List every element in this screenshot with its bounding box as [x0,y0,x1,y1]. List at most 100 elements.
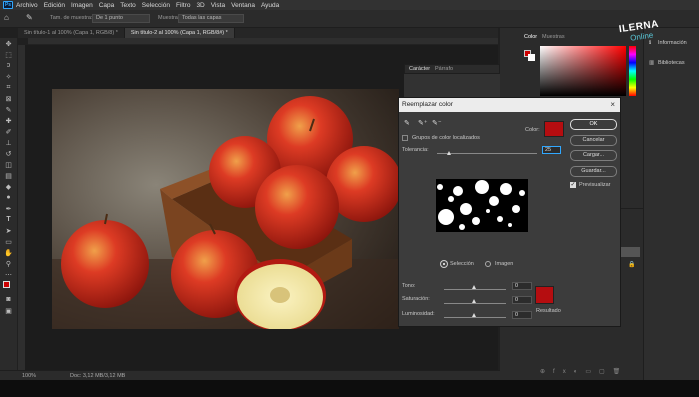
preview-label: Previsualizar [579,182,611,188]
layer-thumbnail[interactable] [618,247,640,257]
eyedropper-tool-icon[interactable]: ✎ [0,104,17,115]
tolerance-input[interactable]: 25 [542,146,561,154]
dialog-title: Reemplazar color [402,101,453,108]
save-button[interactable]: Guardar... [570,166,617,177]
load-button[interactable]: Cargar... [570,150,617,161]
menu-bar: Ps Archivo Edición Imagen Capa Texto Sel… [0,0,699,10]
quick-mask-icon[interactable]: ◙ [0,294,17,305]
selection-radio[interactable] [441,261,447,267]
crop-tool-icon[interactable]: ⌗ [0,82,17,93]
menu-3d[interactable]: 3D [196,2,204,9]
side-item-libraries[interactable]: Bibliotecas [658,60,685,66]
tab-swatches[interactable]: Muestras [542,34,565,40]
sample-size-select[interactable]: De 1 punto [92,14,150,23]
sample-source-select[interactable]: Todas las capas [178,14,244,23]
stamp-tool-icon[interactable]: ⊥ [0,137,17,148]
eyedropper-icon[interactable]: ✎ [404,119,410,127]
home-icon[interactable]: ⌂ [4,13,14,23]
lightness-slider-track[interactable] [444,317,506,318]
lasso-tool-icon[interactable]: ↄ [0,60,17,71]
hue-slider[interactable] [629,46,636,96]
image-radio[interactable] [485,261,491,267]
tab-document-2[interactable]: Sin título-2 al 100% (Capa 1, RGB/8#) * [124,28,235,38]
tolerance-label: Tolerancia: [402,147,429,153]
eyedropper-minus-icon[interactable]: ✎⁻ [432,119,442,127]
saturation-slider-track[interactable] [444,303,506,304]
vertical-ruler [18,45,25,370]
ok-button[interactable]: OK [570,119,617,130]
magic-wand-tool-icon[interactable]: ✧ [0,71,17,82]
replace-color-dialog: Reemplazar color × ✎ ✎⁺ ✎⁻ Grupos de col… [398,97,621,327]
panel-background-swatch[interactable] [528,54,535,61]
tab-document-1[interactable]: Sin título-1 al 100% (Capa 1, RGB/8) * [18,28,125,38]
healing-tool-icon[interactable]: ✚ [0,115,17,126]
history-brush-icon[interactable]: ↺ [0,148,17,159]
zoom-tool-icon[interactable]: ⚲ [0,258,17,269]
document-size[interactable]: Doc: 3,12 MB/3,12 MB [70,373,125,379]
shape-tool-icon[interactable]: ▭ [0,236,17,247]
lightness-slider-thumb[interactable] [472,313,476,317]
lightness-input[interactable]: 0 [512,311,532,319]
document-tabs: Sin título-1 al 100% (Capa 1, RGB/8) * S… [18,28,498,38]
eyedropper-icon[interactable]: ✎ [26,13,38,23]
color-swatches[interactable] [0,280,17,294]
foreground-color-swatch[interactable] [3,281,10,288]
menu-ayuda[interactable]: Ayuda [261,2,279,9]
preview-checkbox[interactable]: ✓ [570,182,576,188]
saturation-input[interactable]: 0 [512,296,532,304]
eyedropper-plus-icon[interactable]: ✎⁺ [418,119,428,127]
saturation-label: Saturación: [402,296,430,302]
gradient-tool-icon[interactable]: ▤ [0,170,17,181]
apples-photo[interactable] [52,89,399,329]
tab-character[interactable]: Carácter [409,66,430,72]
menu-capa[interactable]: Capa [99,2,115,9]
hue-input[interactable]: 0 [512,282,532,290]
localized-checkbox[interactable] [402,135,408,141]
tab-color[interactable]: Color [524,34,537,40]
sample-color-swatch[interactable] [544,121,564,137]
type-tool-icon[interactable]: T [0,214,17,225]
dodge-tool-icon[interactable]: ● [0,192,17,203]
menu-ventana[interactable]: Ventana [231,2,255,9]
libraries-icon[interactable]: ▥ [649,60,654,66]
horizontal-ruler [28,38,498,45]
menu-edicion[interactable]: Edición [44,2,65,9]
menu-imagen[interactable]: Imagen [71,2,93,9]
menu-filtro[interactable]: Filtro [176,2,190,9]
menu-seleccion[interactable]: Selección [142,2,170,9]
path-selection-icon[interactable]: ➤ [0,225,17,236]
photoshop-logo[interactable]: Ps [3,1,13,9]
menu-texto[interactable]: Texto [120,2,136,9]
more-tools-icon[interactable]: ⋯ [0,269,17,280]
selection-preview[interactable] [436,179,528,232]
zoom-level[interactable]: 100% [22,373,36,379]
close-icon[interactable]: × [610,98,615,112]
pen-tool-icon[interactable]: ✒ [0,203,17,214]
blur-tool-icon[interactable]: ◆ [0,181,17,192]
tolerance-slider-thumb[interactable] [447,151,451,155]
eraser-tool-icon[interactable]: ◫ [0,159,17,170]
frame-tool-icon[interactable]: ⊠ [0,93,17,104]
saturation-slider-thumb[interactable] [472,299,476,303]
hue-slider-thumb[interactable] [472,285,476,289]
layers-panel-footer-icons[interactable]: ⊕fx◐▭▢🗑 [540,368,640,376]
options-bar: ⌂ ✎ Tam. de muestra: De 1 punto Muestra:… [0,10,699,28]
cancel-button[interactable]: Cancelar [570,135,617,146]
hue-slider-track[interactable] [444,289,506,290]
lock-icon[interactable]: 🔒 [628,261,635,268]
taskbar-area [0,380,699,397]
marquee-tool-icon[interactable]: ⬚ [0,49,17,60]
tolerance-slider-track[interactable] [437,153,537,154]
status-bar: 100% Doc: 3,12 MB/3,12 MB [0,370,500,380]
image-label: Imagen [495,261,514,267]
menu-archivo[interactable]: Archivo [16,2,38,9]
hand-tool-icon[interactable]: ✋ [0,247,17,258]
screen-mode-icon[interactable]: ▣ [0,305,17,316]
color-picker-field[interactable] [540,46,626,96]
hue-label: Tono: [402,283,416,289]
brush-tool-icon[interactable]: ✐ [0,126,17,137]
move-tool-icon[interactable]: ✥ [0,38,17,49]
tab-paragraph[interactable]: Párrafo [435,66,453,72]
menu-vista[interactable]: Vista [211,2,225,9]
result-color-swatch[interactable] [535,286,554,304]
